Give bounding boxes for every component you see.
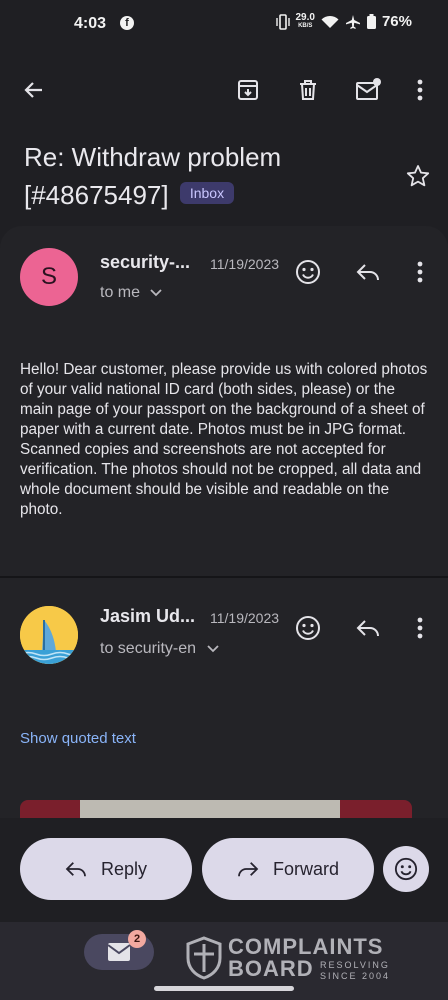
burj-al-arab-icon xyxy=(20,606,78,664)
reply-icon-button[interactable] xyxy=(348,608,388,648)
message-card[interactable]: S security-... 11/19/2023 to me Hello! D… xyxy=(0,226,448,576)
sender-name: Jasim Ud... xyxy=(100,606,196,626)
reply-icon xyxy=(356,264,379,281)
archive-button[interactable] xyxy=(228,70,268,110)
forward-button[interactable]: Forward xyxy=(202,838,374,900)
recipient-text: to security-en xyxy=(100,640,197,657)
avatar[interactable]: S xyxy=(20,248,78,306)
star-icon xyxy=(406,165,430,187)
unread-count-badge: 2 xyxy=(128,930,146,948)
forward-icon xyxy=(238,862,259,877)
email-subject: Re: Withdraw problem [#48675497] Inbox xyxy=(24,138,404,214)
forward-label: Forward xyxy=(272,858,339,879)
status-icons: 29.0 KB/S 76% xyxy=(275,11,412,30)
watermark-sub-2: SINCE 2004 xyxy=(320,971,391,981)
action-bar: Reply Forward xyxy=(0,818,448,922)
delete-button[interactable] xyxy=(288,70,328,110)
recipient-line[interactable]: to security-en xyxy=(100,640,219,658)
reply-icon xyxy=(356,620,379,637)
mark-unread-button[interactable] xyxy=(348,70,388,110)
emoji-reaction-button[interactable] xyxy=(383,846,429,892)
more-vert-icon xyxy=(417,261,423,283)
watermark-sub-1: RESOLVING xyxy=(320,960,390,970)
message-body: Hello! Dear customer, please provide us … xyxy=(20,361,428,518)
data-speed-unit: KB/S xyxy=(298,22,313,29)
reply-icon xyxy=(65,862,86,877)
avatar-letter: S xyxy=(40,263,57,290)
chevron-down-icon xyxy=(150,289,163,297)
inbox-label[interactable]: Inbox xyxy=(179,182,235,204)
sender-name: security-... xyxy=(100,252,191,272)
status-bar: 4:03 f 29.0 KB/S 76% xyxy=(0,0,448,48)
reply-icon-button[interactable] xyxy=(348,252,388,292)
gesture-handle[interactable] xyxy=(154,986,294,991)
message-date: 11/19/2023 xyxy=(210,256,280,272)
subject-line-1: Re: Withdraw problem xyxy=(24,142,282,172)
facebook-icon: f xyxy=(120,16,134,30)
subject-line-2: [#48675497] Inbox xyxy=(24,176,404,214)
data-speed: 29.0 KB/S xyxy=(295,11,315,30)
message-more-button[interactable] xyxy=(400,608,440,648)
emoji-icon xyxy=(296,260,320,284)
back-button[interactable] xyxy=(14,70,54,110)
more-vert-icon xyxy=(417,79,423,101)
subject-id: [#48675497] xyxy=(24,180,169,210)
watermark-line-2: BOARD xyxy=(228,956,314,981)
react-button[interactable] xyxy=(288,252,328,292)
show-quoted-text-link[interactable]: Show quoted text xyxy=(20,730,136,747)
back-arrow-icon xyxy=(24,82,42,98)
bottom-navigation: 2 COMPLAINTS BOARD RESOLVING SINCE 2004 xyxy=(0,922,448,1000)
emoji-icon xyxy=(296,616,320,640)
reply-button[interactable]: Reply xyxy=(20,838,192,900)
more-vert-icon xyxy=(417,617,423,639)
reply-label: Reply xyxy=(100,858,148,879)
more-options-button[interactable] xyxy=(400,70,440,110)
star-button[interactable] xyxy=(398,156,438,196)
status-time: 4:03 xyxy=(74,15,107,32)
message-card[interactable]: Jasim Ud... 11/19/2023 to security-en Sh… xyxy=(0,578,448,818)
battery-icon xyxy=(366,14,376,29)
delete-icon xyxy=(300,80,316,100)
vibrate-icon xyxy=(275,13,290,30)
wifi-icon xyxy=(321,15,339,28)
message-date: 11/19/2023 xyxy=(210,610,280,626)
react-button[interactable] xyxy=(288,608,328,648)
emoji-icon xyxy=(394,857,418,881)
recipient-line[interactable]: to me xyxy=(100,284,163,302)
chevron-down-icon xyxy=(206,645,219,653)
message-more-button[interactable] xyxy=(400,252,440,292)
recipient-text: to me xyxy=(100,284,141,301)
watermark: COMPLAINTS BOARD RESOLVING SINCE 2004 xyxy=(186,934,410,984)
mail-icon xyxy=(107,943,131,961)
mark-unread-icon xyxy=(356,78,381,100)
airplane-icon xyxy=(345,14,360,29)
shield-logo-icon xyxy=(186,936,222,980)
battery-percent: 76% xyxy=(381,13,412,30)
archive-icon xyxy=(238,80,258,100)
data-speed-value: 29.0 xyxy=(295,11,315,23)
avatar[interactable] xyxy=(20,606,78,664)
